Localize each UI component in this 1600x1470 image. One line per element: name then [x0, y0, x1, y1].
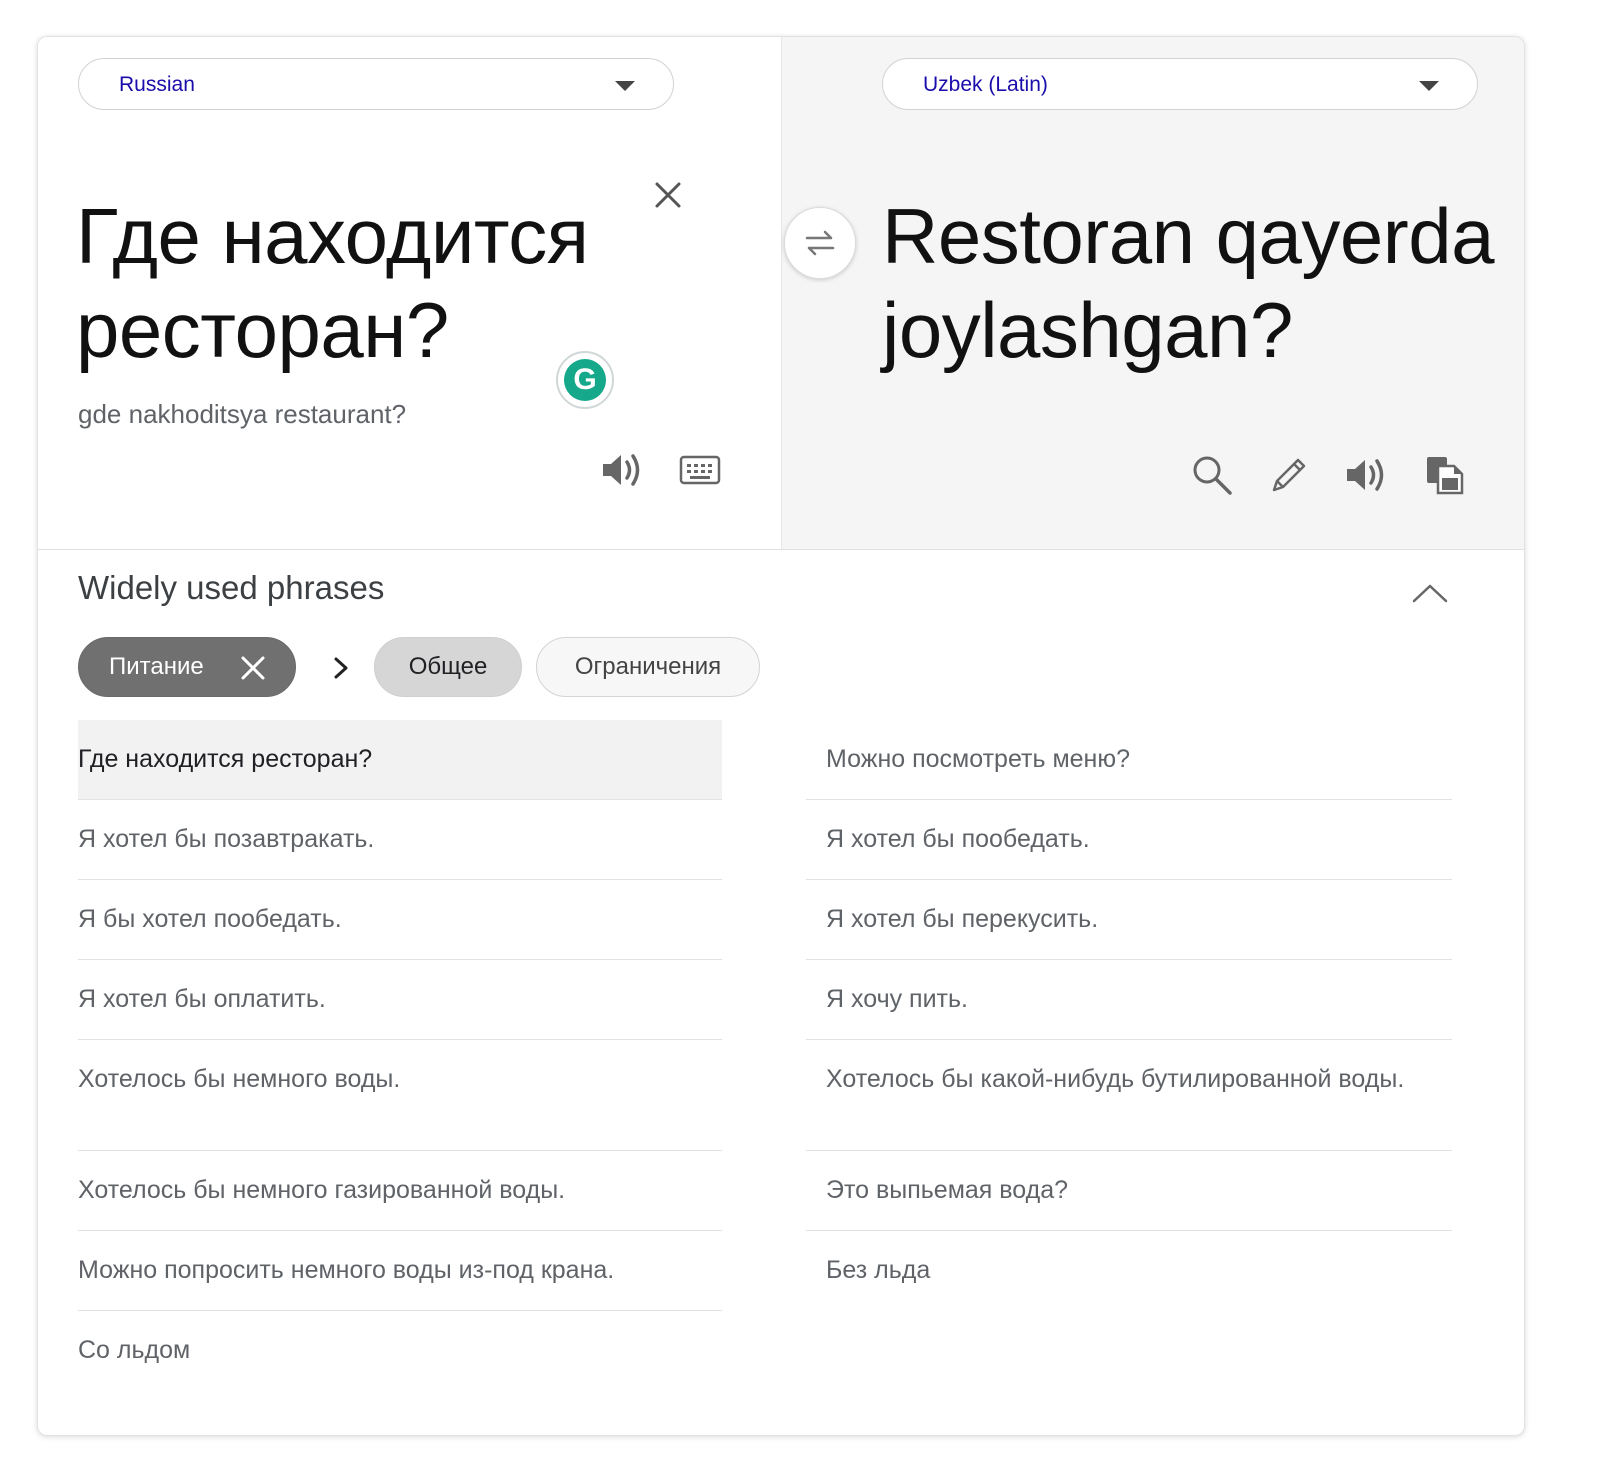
dropdown-caret-icon: [615, 81, 635, 91]
chip-restrictions[interactable]: Ограничения: [536, 637, 760, 697]
pencil-icon: [1272, 458, 1306, 492]
edit-button[interactable]: [1266, 452, 1312, 498]
search-icon: [1193, 456, 1232, 495]
transliteration-text: gde nakhoditsya restaurant?: [78, 399, 407, 429]
target-listen-button[interactable]: [1344, 452, 1390, 498]
copy-icon: [1427, 457, 1464, 495]
grammarly-badge[interactable]: G: [556, 351, 614, 409]
dropdown-caret-icon: [1419, 81, 1439, 91]
keyboard-icon: [679, 455, 721, 485]
phrase-item[interactable]: Хотелось бы какой-нибудь бутилированной …: [806, 1040, 1452, 1151]
swap-languages-button[interactable]: [784, 207, 856, 279]
copy-button[interactable]: [1422, 452, 1468, 498]
target-language-label: Uzbek (Latin): [923, 73, 1048, 96]
search-button[interactable]: [1189, 452, 1235, 498]
phrase-item[interactable]: Я хотел бы оплатить.: [78, 960, 722, 1040]
chip-active-category[interactable]: Питание: [78, 637, 296, 697]
source-language-select[interactable]: Russian: [78, 58, 674, 110]
speaker-icon: [1347, 459, 1384, 491]
chevron-right-icon: [334, 657, 348, 679]
source-language-label: Russian: [119, 73, 195, 96]
phrase-item[interactable]: Хотелось бы немного воды.: [78, 1040, 722, 1151]
chevron-up-icon: [1412, 584, 1448, 603]
phrase-item[interactable]: Я бы хотел пообедать.: [78, 880, 722, 960]
swap-arrows-icon: [805, 230, 835, 256]
chip-general[interactable]: Общее: [374, 637, 522, 697]
translation-panel: Russian Где находится ресторан? G gde na…: [38, 37, 1524, 550]
speaker-icon: [603, 454, 640, 486]
phrase-item[interactable]: Это выпьемая вода?: [806, 1151, 1452, 1231]
phrase-item[interactable]: Я хотел бы перекусить.: [806, 880, 1452, 960]
chip-active-label: Питание: [109, 653, 204, 680]
translator-card: Russian Где находится ресторан? G gde na…: [37, 36, 1525, 1436]
phrase-item[interactable]: Можно попросить немного воды из-под кран…: [78, 1231, 722, 1311]
phrase-item[interactable]: Я хотел бы пообедать.: [806, 800, 1452, 880]
phrase-item[interactable]: Я хочу пить.: [806, 960, 1452, 1040]
collapse-phrases-button[interactable]: [1406, 573, 1454, 613]
phrases-section-title: Widely used phrases: [78, 569, 385, 606]
phrase-item[interactable]: Где находится ресторан?: [78, 720, 722, 800]
clear-text-button[interactable]: [650, 177, 686, 213]
translated-text: Restoran qayerda joylashgan?: [882, 192, 1495, 374]
phrase-item[interactable]: Я хотел бы позавтракать.: [78, 800, 722, 880]
phrase-item[interactable]: Можно посмотреть меню?: [806, 720, 1452, 800]
phrase-item[interactable]: Хотелось бы немного газированной воды.: [78, 1151, 722, 1231]
target-language-select[interactable]: Uzbek (Latin): [882, 58, 1478, 110]
close-icon[interactable]: [239, 654, 267, 682]
target-pane: Uzbek (Latin) Restoran qayerda joylashga…: [781, 37, 1524, 549]
phrase-item[interactable]: Без льда: [806, 1231, 1452, 1311]
phrase-item[interactable]: Со льдом: [78, 1311, 722, 1391]
close-icon: [655, 182, 681, 208]
source-pane: Russian Где находится ресторан? G gde na…: [38, 37, 781, 549]
source-listen-button[interactable]: [600, 447, 646, 493]
keyboard-button[interactable]: [677, 447, 723, 493]
source-text[interactable]: Где находится ресторан?: [76, 189, 636, 377]
grammarly-icon: G: [564, 359, 606, 401]
